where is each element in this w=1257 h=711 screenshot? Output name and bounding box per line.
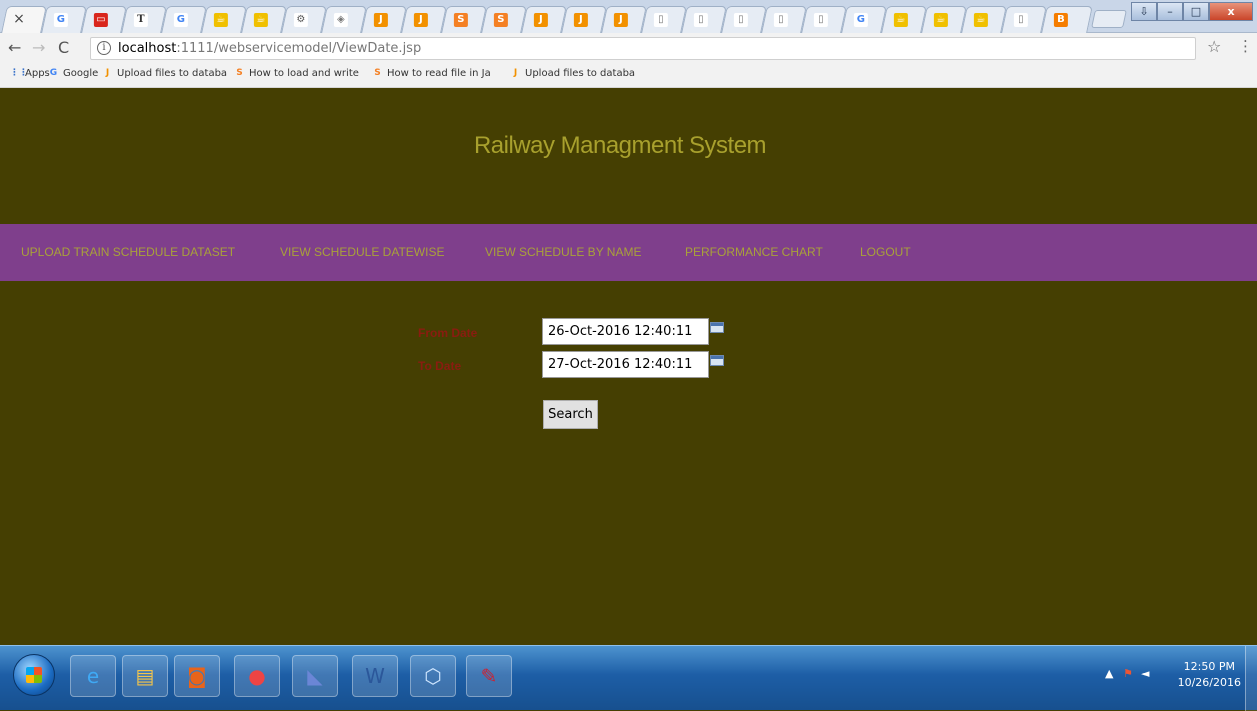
main-navbar: UPLOAD TRAIN SCHEDULE DATASET VIEW SCHED… xyxy=(0,224,1257,281)
url-host: localhost xyxy=(118,41,177,56)
paint-tool-icon[interactable]: ✎ xyxy=(466,655,512,697)
forward-arrow-icon[interactable]: → xyxy=(32,38,45,57)
restore-icon[interactable]: ⇩ xyxy=(1131,2,1157,21)
from-date-label: From Date xyxy=(418,326,478,340)
javatpoint-icon: J xyxy=(105,68,110,78)
tab-doc-5[interactable]: ▯ xyxy=(801,6,847,33)
clock-date[interactable]: 10/26/2016 xyxy=(1178,676,1241,689)
bookmark-apps[interactable]: ⋮⋮ Apps xyxy=(10,68,50,79)
web-page: Railway Managment System UPLOAD TRAIN SC… xyxy=(0,88,1257,645)
tab-so-1[interactable]: S xyxy=(441,6,487,33)
search-button[interactable]: Search xyxy=(543,400,598,429)
chrome-icon[interactable]: ● xyxy=(234,655,280,697)
volume-icon[interactable]: ◄ xyxy=(1141,667,1149,680)
windows-taskbar: e ▤ ◙ ● ◣ W ⬡ ✎ ▲ ⚑ ◄ 12:50 PM 10/26/201… xyxy=(0,645,1257,711)
bookmark-label: Google xyxy=(63,68,99,79)
clock-time[interactable]: 12:50 PM xyxy=(1184,660,1235,673)
url-path: :1111/webservicemodel/ViewDate.jsp xyxy=(176,41,422,56)
to-date-field[interactable] xyxy=(542,351,709,378)
tab-settings[interactable]: ⚙ xyxy=(281,6,327,33)
site-title: Railway Managment System xyxy=(473,132,767,159)
tab-jt-1[interactable]: J xyxy=(361,6,407,33)
tab-doc-2[interactable]: ▯ xyxy=(681,6,727,33)
tab-google[interactable]: G xyxy=(41,6,87,33)
google-icon: G xyxy=(49,68,58,78)
minimize-button[interactable]: – xyxy=(1157,2,1183,21)
bookmark-how-to-load[interactable]: S How to load and write xyxy=(234,68,359,79)
stackoverflow-icon: S xyxy=(236,68,243,78)
internet-explorer-icon[interactable]: e xyxy=(70,655,116,697)
tab-oracle[interactable]: ▭ xyxy=(81,6,127,33)
show-hidden-icons[interactable]: ▲ xyxy=(1105,667,1113,680)
tab-jt-3[interactable]: J xyxy=(521,6,567,33)
bookmark-upload-files-1[interactable]: J Upload files to databa xyxy=(102,68,227,79)
tab-doc-4[interactable]: ▯ xyxy=(761,6,807,33)
back-arrow-icon[interactable]: ← xyxy=(8,38,21,57)
info-icon[interactable]: i xyxy=(97,41,111,55)
maximize-button[interactable]: □ xyxy=(1183,2,1209,21)
tab-so-2[interactable]: S xyxy=(481,6,527,33)
bookmark-label: How to load and write xyxy=(249,68,359,79)
file-explorer-icon[interactable]: ▤ xyxy=(122,655,168,697)
word-icon[interactable]: W xyxy=(352,655,398,697)
netbeans-icon[interactable]: ◣ xyxy=(292,655,338,697)
tab-jt-5[interactable]: J xyxy=(601,6,647,33)
bookmark-how-to-read[interactable]: S How to read file in Ja xyxy=(372,68,491,79)
close-window-button[interactable]: x xyxy=(1209,2,1253,21)
bookmark-upload-files-2[interactable]: J Upload files to databa xyxy=(510,68,635,79)
tab-doc-6[interactable]: ▯ xyxy=(1001,6,1047,33)
tab-active[interactable]: × xyxy=(1,6,47,33)
tab-jt-2[interactable]: J xyxy=(401,6,447,33)
tab-doc-3[interactable]: ▯ xyxy=(721,6,767,33)
bookmark-label: How to read file in Ja xyxy=(387,68,491,79)
nav-upload-schedule[interactable]: UPLOAD TRAIN SCHEDULE DATASET xyxy=(21,245,235,259)
tab-java-4[interactable]: ☕ xyxy=(921,6,967,33)
virtualbox-icon[interactable]: ⬡ xyxy=(410,655,456,697)
javatpoint-icon: J xyxy=(513,68,518,78)
bookmark-label: Upload files to databa xyxy=(525,68,636,79)
tab-doc-1[interactable]: ▯ xyxy=(641,6,687,33)
new-tab-button[interactable] xyxy=(1091,10,1127,28)
stackoverflow-icon: S xyxy=(374,68,381,78)
tab-blogger[interactable]: B xyxy=(1041,6,1093,33)
site-header: Railway Managment System xyxy=(0,88,1257,224)
tab-jt-4[interactable]: J xyxy=(561,6,607,33)
tab-java-2[interactable]: ☕ xyxy=(241,6,287,33)
bookmark-label: Apps xyxy=(25,68,50,79)
start-button[interactable] xyxy=(13,654,55,696)
tab-java-1[interactable]: ☕ xyxy=(201,6,247,33)
nav-performance-chart[interactable]: PERFORMANCE CHART xyxy=(685,245,823,259)
media-player-icon[interactable]: ◙ xyxy=(174,655,220,697)
tab-google-2[interactable]: G xyxy=(161,6,207,33)
window-controls: ⇩ – □ x xyxy=(1131,2,1253,22)
nav-logout[interactable]: LOGOUT xyxy=(860,245,911,259)
tab-java-3[interactable]: ☕ xyxy=(881,6,927,33)
browser-tab-strip: × G ▭ T G ☕ ☕ ⚙ ◈ J J S S J J J ▯ ▯ ▯ ▯ … xyxy=(0,0,1257,33)
bookmarks-bar: ⋮⋮ Apps G Google J Upload files to datab… xyxy=(0,63,1257,88)
url-text[interactable]: localhost:1111/webservicemodel/ViewDate.… xyxy=(118,41,421,56)
browser-menu-icon[interactable]: ⋮ xyxy=(1238,37,1253,55)
from-date-field[interactable] xyxy=(542,318,709,345)
bookmark-label: Upload files to databa xyxy=(117,68,228,79)
tab-typewriter[interactable]: T xyxy=(121,6,167,33)
to-date-label: To Date xyxy=(418,359,462,373)
reload-icon[interactable]: C xyxy=(58,38,69,57)
bookmark-star-icon[interactable]: ☆ xyxy=(1207,37,1221,56)
bookmark-google[interactable]: G Google xyxy=(48,68,98,79)
network-warning-icon[interactable]: ⚑ xyxy=(1123,667,1133,680)
tab-java-5[interactable]: ☕ xyxy=(961,6,1007,33)
calendar-icon[interactable] xyxy=(710,322,724,333)
system-tray: ▲ ⚑ ◄ 12:50 PM 10/26/2016 xyxy=(1097,646,1257,711)
nav-view-schedule-by-name[interactable]: VIEW SCHEDULE BY NAME xyxy=(485,245,641,259)
calendar-icon[interactable] xyxy=(710,355,724,366)
browser-toolbar: ← → C i localhost:1111/webservicemodel/V… xyxy=(0,33,1257,63)
address-bar[interactable]: i localhost:1111/webservicemodel/ViewDat… xyxy=(90,37,1196,60)
nav-view-schedule-datewise[interactable]: VIEW SCHEDULE DATEWISE xyxy=(280,245,444,259)
tab-web[interactable]: ◈ xyxy=(321,6,367,33)
show-desktop-button[interactable] xyxy=(1245,646,1257,711)
tab-google-3[interactable]: G xyxy=(841,6,887,33)
close-tab-icon[interactable]: × xyxy=(13,11,25,27)
apps-grid-icon: ⋮⋮ xyxy=(10,68,28,78)
